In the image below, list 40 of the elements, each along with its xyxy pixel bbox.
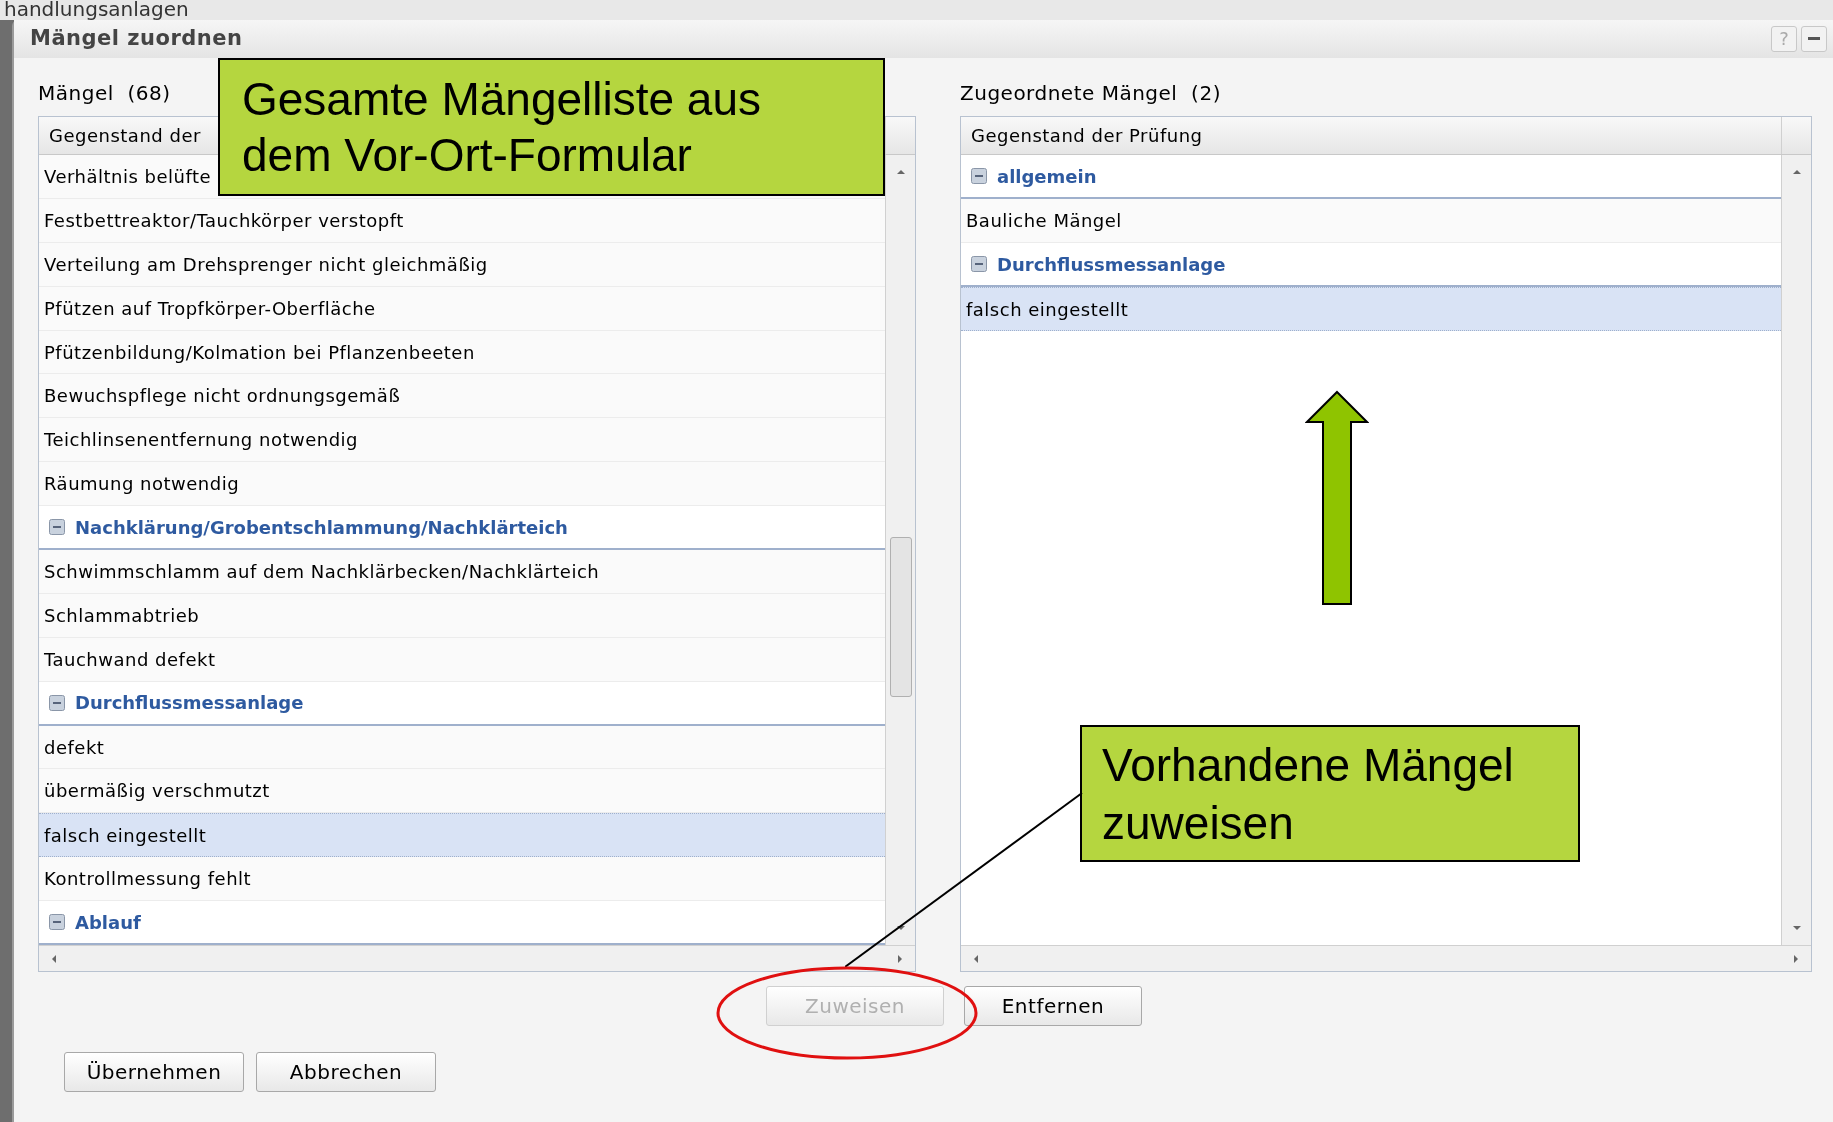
list-row[interactable]: Teichlinsenentfernung notwendig — [39, 418, 885, 463]
scroll-thumb[interactable] — [889, 537, 912, 697]
group-label[interactable]: Ablauf — [75, 908, 141, 936]
list-row[interactable]: falsch eingestellt — [39, 813, 885, 858]
group-label[interactable]: Nachklärung/Grobentschlammung/Nachklärteich — [75, 513, 568, 541]
list-row[interactable]: Verteilung am Drehsprenger nicht gleichmäßig — [39, 242, 885, 287]
list-row[interactable]: Bewuchspflege nicht ordnungsgemäß — [39, 374, 885, 419]
list-row[interactable]: Schlammabtrieb — [39, 593, 885, 638]
callout-text: Vorhandene Mängel zuweisen — [1102, 737, 1515, 851]
list-row[interactable]: übermäßig verschmutzt — [39, 769, 885, 814]
collapse-icon[interactable] — [49, 914, 65, 931]
action-button[interactable]: Übernehmen — [64, 1052, 244, 1092]
dialog-title: Mängel zuordnen — [30, 25, 243, 53]
callout-text: Gesamte Mängelliste aus dem Vor-Ort-Formular — [242, 72, 763, 183]
collapse-icon[interactable] — [971, 168, 987, 184]
collapse-icon[interactable] — [971, 256, 987, 272]
panel-label: Mängel (68) — [38, 80, 171, 107]
list-row[interactable]: Pfützenbildung/Kolmation bei Pflanzenbeeten — [39, 330, 885, 375]
list-row[interactable]: Festbettreaktor/Tauchkörper verstopft — [39, 198, 885, 243]
minimize-icon — [1808, 37, 1820, 41]
scroll-right-icon[interactable] — [895, 952, 905, 965]
list-row[interactable]: Kontrollmessung fehlt — [39, 857, 885, 902]
panel-label: Zugeordnete Mängel (2) — [960, 80, 1221, 107]
collapse-icon[interactable] — [49, 519, 65, 536]
group-label[interactable]: allgemein — [997, 162, 1097, 190]
list-row[interactable]: falsch eingestellt — [961, 287, 1781, 331]
action-button[interactable]: Entfernen — [964, 986, 1142, 1026]
scroll-right-icon[interactable] — [1791, 952, 1801, 965]
list-row[interactable]: Bauliche Mängel — [961, 199, 1781, 243]
collapse-icon[interactable] — [49, 694, 65, 711]
minimize-button[interactable] — [1801, 26, 1827, 52]
group-label[interactable]: Durchflussmessanlage — [997, 250, 1226, 278]
list-row[interactable]: defekt — [39, 725, 885, 770]
group-label[interactable]: Durchflussmessanlage — [75, 689, 304, 717]
list-row[interactable]: Pfützen auf Tropfkörper-Oberfläche — [39, 286, 885, 331]
background-text: handlungsanlagen — [4, 0, 190, 18]
list-row[interactable]: Räumung notwendig — [39, 462, 885, 507]
action-button[interactable]: Abbrechen — [256, 1052, 436, 1092]
list-row[interactable]: Tauchwand defekt — [39, 637, 885, 682]
list-row[interactable]: Schwimmschlamm auf dem Nachklärbecken/Nachklärteich — [39, 550, 885, 594]
